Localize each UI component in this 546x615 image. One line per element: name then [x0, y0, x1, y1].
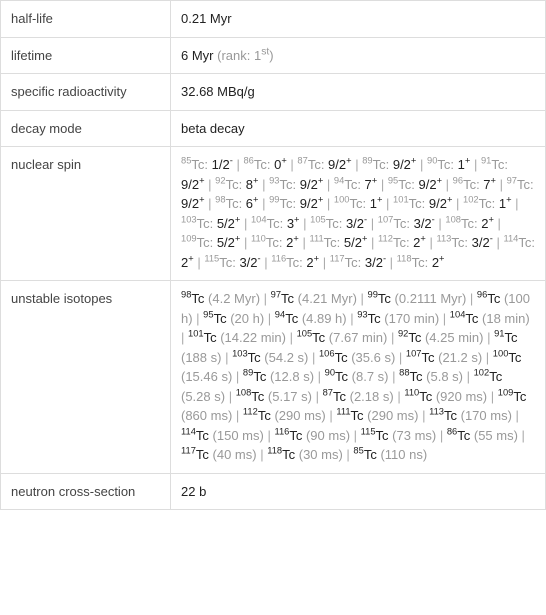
unstable-isotope-item: 95Tc (20 h)	[203, 311, 264, 326]
unstable-isotope-item: 107Tc (21.2 s)	[406, 350, 482, 365]
value-decay-mode: beta decay	[171, 110, 546, 147]
label-nuclear-spin: nuclear spin	[1, 147, 171, 281]
label-specific-radioactivity: specific radioactivity	[1, 74, 171, 111]
value-nuclear-spin: 85Tc: 1/2- | 86Tc: 0+ | 87Tc: 9/2+ | 89T…	[171, 147, 546, 281]
nuclear-spin-item: 94Tc: 7+	[334, 177, 377, 192]
nuclear-spin-item: 113Tc: 3/2-	[436, 235, 492, 250]
unstable-isotope-item: 106Tc (35.6 s)	[319, 350, 395, 365]
nuclear-spin-item: 87Tc: 9/2+	[297, 157, 351, 172]
nuclear-spin-item: 116Tc: 2+	[271, 255, 319, 270]
nuclear-spin-item: 107Tc: 3/2-	[378, 216, 435, 231]
properties-table: half-life 0.21 Myr lifetime 6 Myr (rank:…	[0, 0, 546, 510]
value-lifetime: 6 Myr (rank: 1st)	[171, 37, 546, 74]
unstable-isotope-item: 94Tc (4.89 h)	[275, 311, 347, 326]
value-unstable-isotopes: 98Tc (4.2 Myr) | 97Tc (4.21 Myr) | 99Tc …	[171, 281, 546, 474]
nuclear-spin-item: 100Tc: 1+	[334, 196, 383, 211]
label-half-life: half-life	[1, 1, 171, 38]
nuclear-spin-item: 101Tc: 9/2+	[393, 196, 452, 211]
nuclear-spin-item: 105Tc: 3/2-	[310, 216, 367, 231]
row-decay-mode: decay mode beta decay	[1, 110, 546, 147]
row-neutron-cross-section: neutron cross-section 22 b	[1, 473, 546, 510]
nuclear-spin-item: 110Tc: 2+	[251, 235, 299, 250]
nuclear-spin-item: 89Tc: 9/2+	[362, 157, 416, 172]
nuclear-spin-item: 95Tc: 9/2+	[388, 177, 442, 192]
label-neutron-cross-section: neutron cross-section	[1, 473, 171, 510]
nuclear-spin-item: 115Tc: 3/2-	[204, 255, 260, 270]
nuclear-spin-item: 118Tc: 2+	[397, 255, 445, 270]
nuclear-spin-item: 90Tc: 1+	[427, 157, 470, 172]
nuclear-spin-item: 99Tc: 9/2+	[269, 196, 323, 211]
unstable-isotope-item: 104Tc (18 min)	[450, 311, 530, 326]
row-specific-radioactivity: specific radioactivity 32.68 MBq/g	[1, 74, 546, 111]
nuclear-spin-item: 104Tc: 3+	[251, 216, 300, 231]
unstable-isotope-item: 85Tc (110 ns)	[353, 447, 427, 462]
nuclear-spin-item: 103Tc: 5/2+	[181, 216, 240, 231]
unstable-isotope-item: 110Tc (920 ms)	[404, 389, 487, 404]
label-decay-mode: decay mode	[1, 110, 171, 147]
nuclear-spin-item: 85Tc: 1/2-	[181, 157, 233, 172]
nuclear-spin-item: 98Tc: 6+	[215, 196, 258, 211]
nuclear-spin-item: 93Tc: 9/2+	[269, 177, 323, 192]
unstable-isotope-item: 103Tc (54.2 s)	[232, 350, 308, 365]
unstable-isotope-item: 114Tc (150 ms)	[181, 428, 264, 443]
unstable-isotope-item: 108Tc (5.17 s)	[236, 389, 312, 404]
unstable-isotope-item: 97Tc (4.21 Myr)	[271, 291, 357, 306]
unstable-isotope-item: 116Tc (90 ms)	[274, 428, 350, 443]
unstable-isotope-item: 99Tc (0.2111 Myr)	[368, 291, 467, 306]
unstable-isotope-item: 113Tc (170 ms)	[429, 408, 512, 423]
unstable-isotope-item: 112Tc (290 ms)	[243, 408, 326, 423]
row-lifetime: lifetime 6 Myr (rank: 1st)	[1, 37, 546, 74]
value-neutron-cross-section: 22 b	[171, 473, 546, 510]
label-unstable-isotopes: unstable isotopes	[1, 281, 171, 474]
value-specific-radioactivity: 32.68 MBq/g	[171, 74, 546, 111]
nuclear-spin-item: 117Tc: 3/2-	[330, 255, 386, 270]
unstable-isotope-item: 98Tc (4.2 Myr)	[181, 291, 260, 306]
label-lifetime: lifetime	[1, 37, 171, 74]
unstable-isotope-item: 93Tc (170 min)	[357, 311, 439, 326]
nuclear-spin-item: 111Tc: 5/2+	[309, 235, 367, 250]
row-nuclear-spin: nuclear spin 85Tc: 1/2- | 86Tc: 0+ | 87T…	[1, 147, 546, 281]
nuclear-spin-item: 102Tc: 1+	[463, 196, 512, 211]
nuclear-spin-item: 108Tc: 2+	[445, 216, 494, 231]
unstable-isotope-item: 118Tc (30 ms)	[267, 447, 343, 462]
unstable-isotope-item: 101Tc (14.22 min)	[188, 330, 286, 345]
unstable-isotope-item: 115Tc (73 ms)	[361, 428, 437, 443]
lifetime-rank: (rank: 1st)	[217, 48, 274, 63]
row-half-life: half-life 0.21 Myr	[1, 1, 546, 38]
unstable-isotope-item: 88Tc (5.8 s)	[399, 369, 463, 384]
value-half-life: 0.21 Myr	[171, 1, 546, 38]
unstable-isotope-item: 89Tc (12.8 s)	[243, 369, 314, 384]
unstable-isotope-item: 86Tc (55 ms)	[447, 428, 518, 443]
nuclear-spin-item: 86Tc: 0+	[243, 157, 286, 172]
unstable-isotope-item: 90Tc (8.7 s)	[325, 369, 389, 384]
unstable-isotope-item: 117Tc (40 ms)	[181, 447, 257, 462]
unstable-isotope-item: 92Tc (4.25 min)	[398, 330, 484, 345]
unstable-isotope-item: 111Tc (290 ms)	[336, 408, 418, 423]
row-unstable-isotopes: unstable isotopes 98Tc (4.2 Myr) | 97Tc …	[1, 281, 546, 474]
lifetime-value: 6 Myr	[181, 48, 214, 63]
nuclear-spin-item: 96Tc: 7+	[453, 177, 496, 192]
nuclear-spin-item: 109Tc: 5/2+	[181, 235, 240, 250]
unstable-isotope-item: 87Tc (2.18 s)	[323, 389, 394, 404]
unstable-isotope-item: 105Tc (7.67 min)	[297, 330, 388, 345]
nuclear-spin-item: 112Tc: 2+	[378, 235, 426, 250]
nuclear-spin-item: 92Tc: 8+	[215, 177, 258, 192]
